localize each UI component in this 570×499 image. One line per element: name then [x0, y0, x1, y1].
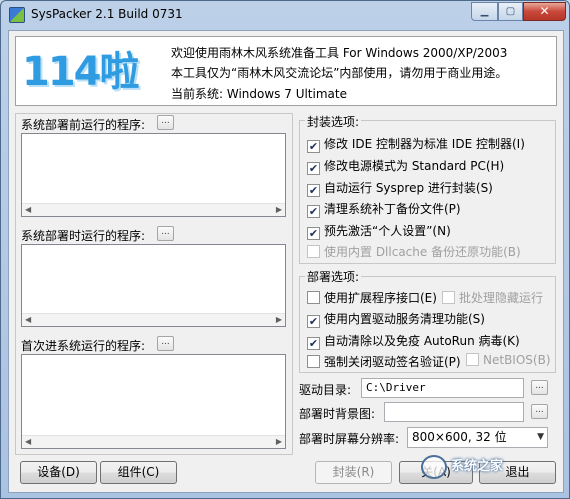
batch-hide-option: 批处理隐藏运行: [442, 289, 543, 307]
horizontal-scrollbar[interactable]: ◀ ▶: [22, 435, 285, 448]
pack-option[interactable]: ✔ 修改电源模式为 Standard PC(H): [307, 157, 504, 175]
checkbox[interactable]: ✔: [307, 162, 320, 175]
option-label: 使用内置 Dllcache 备份还原功能(B): [324, 245, 521, 259]
resolution-label: 部署时屏幕分辨率:: [299, 432, 400, 446]
background-input[interactable]: [384, 402, 524, 422]
checkbox: [442, 291, 455, 304]
settings-button[interactable]: 设备(D): [20, 461, 97, 484]
banner-welcome: 欢迎使用雨林木风系统准备工具 For Windows 2000/XP/2003: [171, 46, 508, 60]
client-area: 114啦 欢迎使用雨林木风系统准备工具 For Windows 2000/XP/…: [8, 30, 564, 493]
checkbox[interactable]: ✔: [307, 315, 320, 328]
first-boot-list[interactable]: ◀ ▶: [21, 354, 286, 449]
option-label: 清理系统补丁备份文件(P): [324, 202, 461, 216]
pre-deploy-list[interactable]: ◀ ▶: [21, 133, 286, 217]
background-browse-button[interactable]: ...: [531, 404, 548, 419]
banner-current-system: 当前系统: Windows 7 Ultimate: [171, 87, 347, 101]
first-boot-browse-button[interactable]: ...: [157, 336, 174, 351]
title-bar[interactable]: SysPacker 2.1 Build 0731 ▁ ▢ ✕: [1, 1, 569, 29]
pack-option[interactable]: ✔ 清理系统补丁备份文件(P): [307, 200, 461, 218]
logo: 114啦: [22, 49, 140, 95]
option-label: 修改电源模式为 Standard PC(H): [324, 159, 505, 173]
checkbox[interactable]: [307, 291, 320, 304]
pre-deploy-label: 系统部署前运行的程序:: [21, 118, 146, 132]
pack-button: 封装(R): [315, 461, 392, 484]
option-label: 批处理隐藏运行: [459, 291, 544, 305]
driver-dir-input[interactable]: C:\Driver: [361, 378, 524, 398]
checkbox[interactable]: ✔: [307, 227, 320, 240]
deploy-options-title: 部署选项:: [305, 268, 362, 285]
pack-option: 使用内置 Dllcache 备份还原功能(B): [307, 243, 521, 261]
chevron-down-icon: ▼: [537, 432, 544, 442]
option-label: 使用扩展程序接口(E): [324, 291, 437, 305]
checkbox[interactable]: [307, 355, 320, 368]
checkbox[interactable]: ✔: [307, 337, 320, 350]
maximize-button: ▢: [498, 2, 523, 21]
resolution-value: 800×600, 32 位: [412, 430, 507, 444]
option-label: 修改 IDE 控制器为标准 IDE 控制器(I): [324, 137, 525, 151]
checkbox[interactable]: ✔: [307, 140, 320, 153]
close-button[interactable]: ✕: [523, 2, 566, 21]
horizontal-scrollbar[interactable]: ◀ ▶: [22, 203, 285, 216]
pack-options-title: 封装选项:: [305, 113, 362, 130]
netbios-option: NetBIOS(B): [466, 353, 551, 371]
option-label: 预先激活“个人设置”(N): [324, 224, 451, 238]
pack-option[interactable]: ✔ 修改 IDE 控制器为标准 IDE 控制器(I): [307, 135, 525, 153]
checkbox: [307, 245, 320, 258]
ext-api-option[interactable]: 使用扩展程序接口(E): [307, 289, 437, 307]
minimize-button[interactable]: ▁: [471, 2, 498, 21]
during-deploy-list[interactable]: ◀ ▶: [21, 244, 286, 327]
app-icon: [9, 7, 25, 23]
during-deploy-label: 系统部署时运行的程序:: [21, 229, 146, 243]
watermark-logo-icon: [421, 455, 447, 479]
option-label: 自动清除以及免疫 AutoRun 病毒(K): [324, 334, 520, 348]
watermark-text: 系统之家: [451, 459, 504, 474]
driver-clean-option[interactable]: ✔ 使用内置驱动服务清理功能(S): [307, 310, 485, 328]
window-title: SysPacker 2.1 Build 0731: [31, 7, 183, 21]
horizontal-scrollbar[interactable]: ◀ ▶: [22, 313, 285, 326]
components-button[interactable]: 组件(C): [100, 461, 177, 484]
resolution-select[interactable]: 800×600, 32 位 ▼: [407, 427, 548, 448]
option-label: 使用内置驱动服务清理功能(S): [324, 312, 485, 326]
option-label: 自动运行 Sysprep 进行封装(S): [324, 181, 493, 195]
checkbox[interactable]: ✔: [307, 184, 320, 197]
banner-notice: 本工具仅为“雨林木风交流论坛”内部使用，请勿用于商业用途。: [171, 66, 508, 80]
watermark: 系统之家: [421, 447, 561, 487]
driver-dir-label: 驱动目录:: [299, 383, 352, 397]
pack-option[interactable]: ✔ 自动运行 Sysprep 进行封装(S): [307, 179, 493, 197]
app-window: SysPacker 2.1 Build 0731 ▁ ▢ ✕ 114啦 欢迎使用…: [0, 0, 570, 499]
banner: 114啦 欢迎使用雨林木风系统准备工具 For Windows 2000/XP/…: [15, 36, 557, 106]
background-label: 部署时背景图:: [299, 407, 376, 421]
force-sign-option[interactable]: 强制关闭驱动签名验证(P): [307, 353, 461, 371]
pack-option[interactable]: ✔ 预先激活“个人设置”(N): [307, 222, 451, 240]
during-deploy-browse-button[interactable]: ...: [157, 226, 174, 241]
pre-deploy-browse-button[interactable]: ...: [157, 115, 174, 130]
checkbox: [466, 353, 479, 366]
checkbox[interactable]: ✔: [307, 205, 320, 218]
driver-dir-browse-button[interactable]: ...: [531, 380, 548, 395]
autorun-option[interactable]: ✔ 自动清除以及免疫 AutoRun 病毒(K): [307, 332, 520, 350]
option-label: 强制关闭驱动签名验证(P): [324, 355, 461, 369]
first-boot-label: 首次进系统运行的程序:: [21, 339, 146, 353]
option-label: NetBIOS(B): [483, 353, 551, 367]
